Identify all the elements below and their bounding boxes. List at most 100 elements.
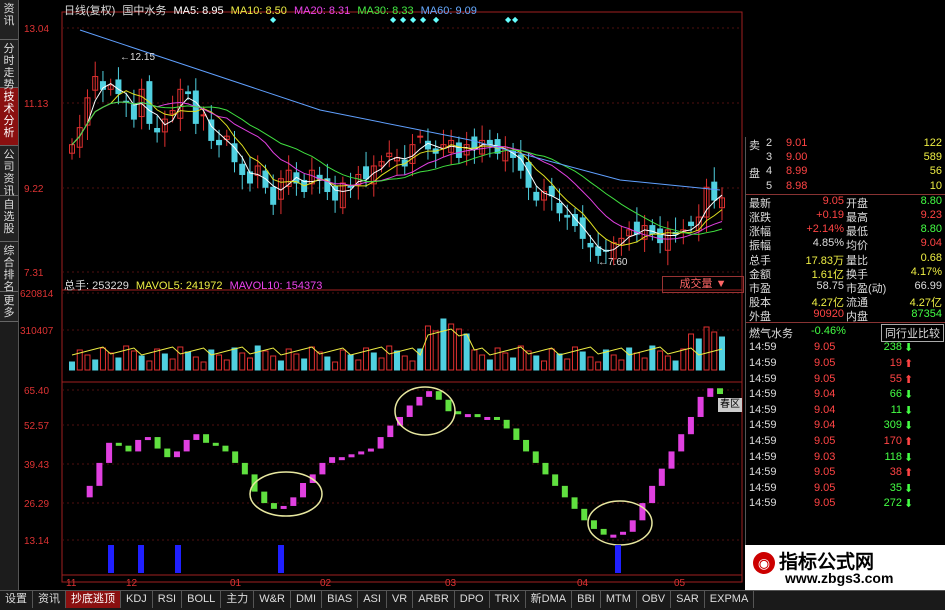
tab-ASI[interactable]: ASI	[358, 591, 387, 608]
tick-row: 14:59 9.05 38 ⬆	[746, 466, 945, 482]
tick-time: 14:59	[749, 466, 777, 479]
tab-EXPMA[interactable]: EXPMA	[705, 591, 755, 608]
ma60-label: MA60: 9.09	[420, 5, 477, 17]
ma30-label: MA30: 8.33	[357, 5, 414, 17]
chart-header: 日线(复权) 国中水务 MA5: 8.95 MA10: 8.50 MA20: 8…	[64, 2, 477, 18]
chart-area[interactable]: 13.04 11.13 9.22 7.31 620814 310407 65.40 52.57…	[20, 0, 745, 588]
volume-bar	[502, 352, 509, 371]
indicator-bar	[358, 451, 365, 455]
volume-bar	[417, 348, 424, 371]
stat-value: 66.99	[914, 279, 942, 292]
arrow-up-icon: ⬆	[904, 373, 914, 386]
tab-BBI[interactable]: BBI	[572, 591, 601, 608]
stat-value: 8.80	[920, 223, 942, 236]
volume-bar	[324, 356, 331, 371]
stat-value: 87354	[911, 308, 942, 321]
tab-资讯[interactable]: 资讯	[33, 591, 66, 608]
x-tick-label: 05	[674, 578, 686, 588]
volume-bar	[688, 333, 695, 371]
tab-VR[interactable]: VR	[387, 591, 414, 608]
sidebar-item-1[interactable]: 分时走势	[0, 40, 18, 91]
indicator-bar	[426, 391, 433, 397]
quote-price: 9.00	[786, 151, 808, 164]
candle-body	[548, 185, 555, 197]
volume-bar	[84, 354, 91, 371]
sector-change: -0.46%	[811, 325, 846, 338]
period-label[interactable]: 日线(复权)	[64, 5, 115, 17]
quote-price: 9.01	[786, 137, 808, 149]
tab-BOLL[interactable]: BOLL	[182, 591, 222, 608]
signal-bar	[175, 545, 181, 573]
indicator-bar	[406, 405, 413, 417]
tab-ARBR[interactable]: ARBR	[413, 591, 455, 608]
tab-KDJ[interactable]: KDJ	[121, 591, 153, 608]
stat-value: 4.17%	[910, 265, 942, 278]
sidebar-item-4[interactable]: 自选股	[0, 196, 18, 242]
indicator-bar	[232, 451, 239, 463]
stat-value: +0.19	[816, 208, 844, 221]
ma60-line	[79, 29, 721, 191]
stat-value: 90920	[813, 308, 844, 321]
indicator-bar	[377, 437, 384, 449]
stat-row: 涨跌 +0.19 最高 9.23	[746, 208, 945, 224]
sidebar-item-3[interactable]: 公司资讯	[0, 146, 18, 197]
volume-tick-label: 310407	[20, 326, 54, 337]
tick-volume: 66	[889, 388, 902, 401]
highlight-circle	[249, 471, 323, 517]
stat-value: 58.75	[816, 279, 844, 292]
tab-DPO[interactable]: DPO	[455, 591, 490, 608]
x-tick-label: 01	[230, 578, 242, 588]
sidebar-item-0[interactable]: 资讯	[0, 0, 18, 40]
indicator-bar	[590, 520, 597, 529]
quote-level: 2	[766, 137, 773, 149]
tab-新DMA[interactable]: 新DMA	[526, 591, 573, 608]
tab-SAR[interactable]: SAR	[671, 591, 705, 608]
stat-row: 股本 4.27亿 流通 4.27亿	[746, 294, 945, 309]
x-tick-label: 11	[66, 578, 77, 588]
stat-row: 涨幅 +2.14% 最低 8.80	[746, 223, 945, 238]
volume-bar	[185, 351, 192, 371]
sidebar-item-6[interactable]: 更多	[0, 292, 18, 322]
tab-BIAS[interactable]: BIAS	[322, 591, 359, 608]
indicator-bar	[629, 520, 636, 532]
volume-dropdown[interactable]: 成交量 ▼	[662, 276, 744, 293]
tab-MTM[interactable]: MTM	[601, 591, 637, 608]
mavol5-label: MAVOL5: 241972	[135, 280, 223, 292]
tab-抄底逃顶[interactable]: 抄底逃顶	[66, 591, 121, 608]
peer-compare-button[interactable]: 同行业比较	[881, 324, 944, 343]
candle-body	[130, 104, 137, 120]
tab-RSI[interactable]: RSI	[153, 591, 183, 608]
spring-zone-button[interactable]: 春区	[718, 398, 742, 412]
volume-bar	[664, 355, 671, 371]
sidebar-item-2[interactable]: 技术分析	[0, 88, 18, 146]
tab-W&R[interactable]: W&R	[254, 591, 291, 608]
stock-name: 国中水务	[122, 5, 167, 17]
tick-volume: 19	[889, 357, 902, 370]
volume-bar	[595, 361, 602, 371]
tab-设置[interactable]: 设置	[0, 591, 33, 608]
arrow-down-icon: ⬇	[904, 389, 914, 402]
volume-bar	[161, 353, 168, 371]
sidebar-item-5[interactable]: 综合排名	[0, 242, 18, 293]
arrow-up-icon: ⬆	[904, 467, 914, 480]
tab-TRIX[interactable]: TRIX	[490, 591, 526, 608]
tick-price: 9.05	[814, 481, 836, 494]
tick-row: 14:59 9.03 118 ⬇	[746, 451, 945, 467]
x-tick-label: 12	[126, 578, 138, 588]
volume-bar	[486, 359, 493, 371]
volume-bar	[657, 350, 664, 371]
tab-DMI[interactable]: DMI	[291, 591, 323, 608]
quote-price: 8.98	[786, 179, 808, 192]
volume-bar	[672, 360, 679, 371]
indicator-bar	[144, 437, 151, 441]
indicator-bar	[387, 425, 394, 438]
tab-OBV[interactable]: OBV	[637, 591, 672, 608]
volume-bar	[409, 360, 416, 371]
indicator-bar	[532, 451, 539, 463]
stat-row: 外盘 90920 内盘 87354	[746, 308, 945, 323]
tab-主力[interactable]: 主力	[221, 591, 255, 608]
indicator-bar	[649, 485, 656, 504]
indicator-tabs: 设置 资讯 抄底逃顶 KDJ RSI BOLL 主力 W&R DMI BIAS ASI VR ARBR D…	[0, 590, 945, 610]
arrow-down-icon: ⬇	[904, 498, 914, 511]
tick-row: 14:59 9.05 55 ⬆	[746, 373, 945, 389]
